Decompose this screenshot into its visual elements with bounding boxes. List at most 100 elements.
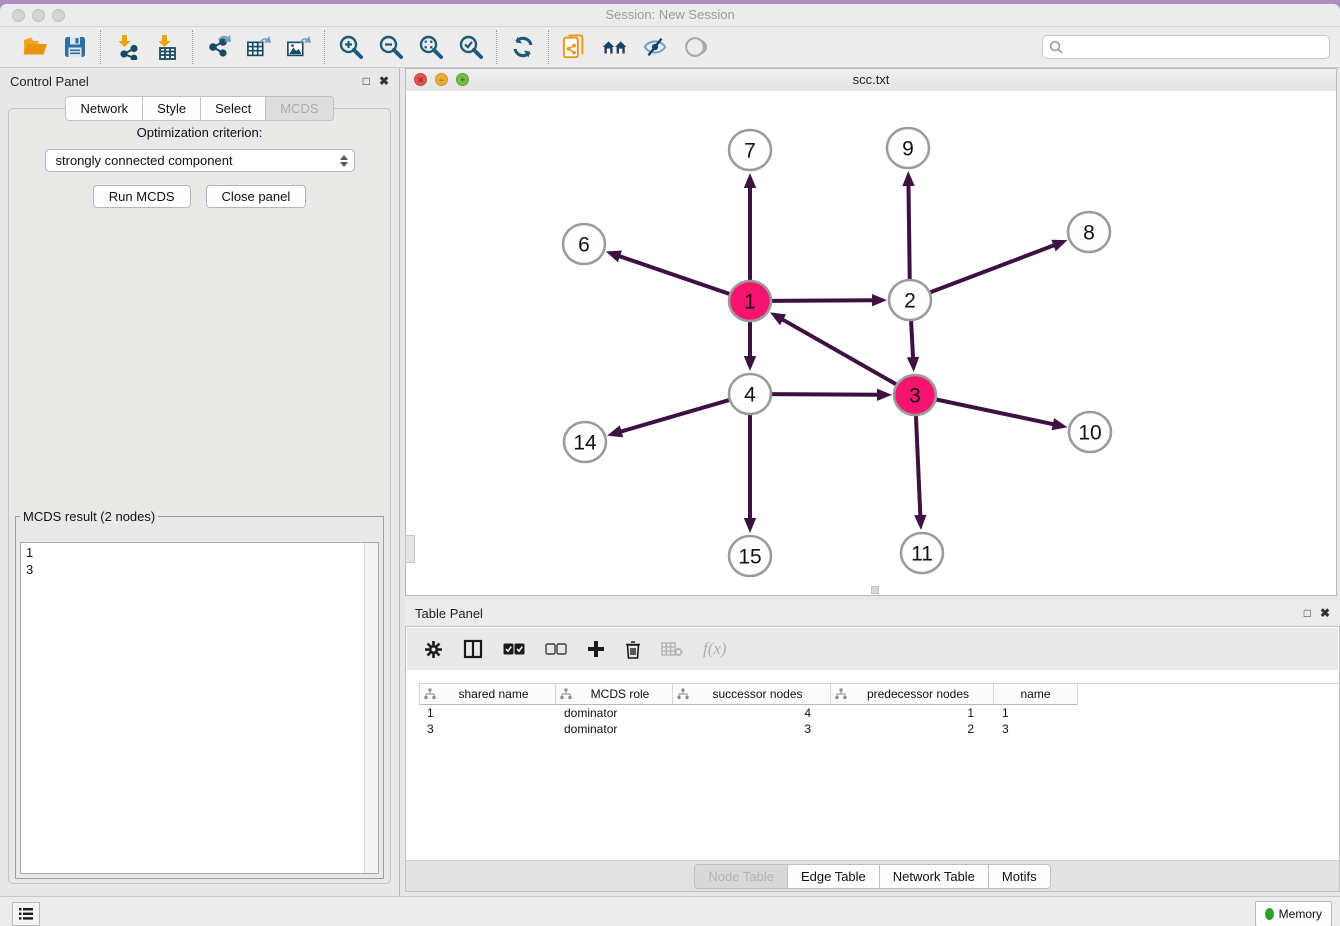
save-session-button[interactable] bbox=[62, 34, 88, 60]
fx-icon: f(x) bbox=[703, 639, 727, 659]
table-cell: 1 bbox=[419, 705, 556, 721]
zoom-selected-button[interactable] bbox=[458, 34, 484, 60]
table-cell: dominator bbox=[556, 721, 673, 737]
delete-table-button bbox=[661, 641, 683, 657]
add-column-button[interactable] bbox=[587, 640, 605, 658]
zoom-in-button[interactable] bbox=[338, 34, 364, 60]
graph-node-label-14: 14 bbox=[573, 432, 597, 455]
graph-edge-arrow bbox=[1051, 240, 1067, 252]
table-cell: 1 bbox=[994, 705, 1078, 721]
shared-column-icon bbox=[424, 688, 436, 700]
import-table-icon bbox=[154, 34, 180, 60]
graph-edge-arrow bbox=[744, 518, 756, 533]
tab-motifs[interactable]: Motifs bbox=[988, 864, 1051, 889]
main-toolbar bbox=[0, 27, 1340, 68]
tab-select[interactable]: Select bbox=[200, 96, 265, 121]
mcds-result-area[interactable]: 1 3 bbox=[20, 542, 379, 874]
clone-network-button[interactable] bbox=[562, 34, 588, 60]
float-panel-icon[interactable]: □ bbox=[363, 75, 370, 87]
graph-edge-2-8[interactable] bbox=[929, 245, 1056, 293]
tab-style[interactable]: Style bbox=[142, 96, 200, 121]
apply-layout-button[interactable] bbox=[510, 34, 536, 60]
graph-edge-4-3[interactable] bbox=[770, 394, 879, 395]
eye-slash-icon bbox=[642, 35, 668, 59]
column-header-successor-nodes[interactable]: successor nodes bbox=[673, 684, 831, 705]
table-panel: Table Panel □ ✖ bbox=[405, 600, 1340, 892]
export-table-button[interactable] bbox=[246, 34, 272, 60]
table-row[interactable]: 1dominator411 bbox=[419, 705, 1339, 721]
graph-edge-1-6[interactable] bbox=[618, 256, 731, 295]
network-canvas[interactable]: 7968124314101511 bbox=[406, 91, 1336, 595]
tab-node-table[interactable]: Node Table bbox=[694, 864, 787, 889]
graph-edge-3-1[interactable] bbox=[781, 319, 897, 385]
delete-column-button[interactable] bbox=[625, 640, 641, 659]
table-cell: 3 bbox=[673, 721, 831, 737]
export-image-icon bbox=[286, 34, 312, 60]
tab-mcds[interactable]: MCDS bbox=[265, 96, 333, 121]
search-field[interactable] bbox=[1042, 35, 1330, 59]
float-table-panel-icon[interactable]: □ bbox=[1304, 607, 1311, 619]
export-network-button[interactable] bbox=[206, 34, 232, 60]
column-header-predecessor-nodes[interactable]: predecessor nodes bbox=[831, 684, 994, 705]
open-file-button[interactable] bbox=[22, 34, 48, 60]
column-header-MCDS-role[interactable]: MCDS role bbox=[556, 684, 673, 705]
window-titlebar: Session: New Session bbox=[0, 4, 1340, 27]
table-cell: 3 bbox=[994, 721, 1078, 737]
graph-edge-arrow bbox=[607, 425, 623, 437]
show-all-button[interactable] bbox=[682, 34, 708, 60]
table-cell: dominator bbox=[556, 705, 673, 721]
close-table-panel-icon[interactable]: ✖ bbox=[1320, 607, 1330, 619]
hide-selected-button[interactable] bbox=[642, 34, 668, 60]
criterion-select[interactable]: strongly connected component bbox=[45, 149, 355, 172]
zoom-out-button[interactable] bbox=[378, 34, 404, 60]
graph-edge-2-3[interactable] bbox=[911, 320, 913, 359]
graph-node-label-2: 2 bbox=[904, 290, 916, 313]
deselect-all-button[interactable] bbox=[545, 643, 567, 655]
graph-edge-4-14[interactable] bbox=[620, 400, 731, 432]
graph-node-label-9: 9 bbox=[902, 138, 914, 161]
column-header-shared-name[interactable]: shared name bbox=[419, 684, 556, 705]
network-resize-grip[interactable] bbox=[871, 586, 879, 594]
graph-edge-1-2[interactable] bbox=[770, 300, 874, 301]
network-view-title: scc.txt bbox=[406, 72, 1336, 87]
tab-edge-table[interactable]: Edge Table bbox=[787, 864, 879, 889]
graph-edge-arrow bbox=[1052, 418, 1068, 430]
tab-network[interactable]: Network bbox=[65, 96, 142, 121]
first-neighbors-button[interactable] bbox=[602, 34, 628, 60]
column-view-button[interactable] bbox=[463, 639, 483, 659]
graph-edge-2-9[interactable] bbox=[908, 184, 909, 280]
control-panel-tabs: NetworkStyleSelectMCDS bbox=[0, 96, 399, 121]
table-panel-title: Table Panel bbox=[415, 606, 483, 621]
close-panel-button[interactable]: Close panel bbox=[206, 185, 307, 208]
graph-edge-3-11[interactable] bbox=[916, 415, 921, 517]
graph-edge-arrow bbox=[606, 250, 622, 262]
table-settings-button[interactable] bbox=[424, 640, 443, 659]
unchecked-boxes-icon bbox=[545, 643, 567, 655]
zoom-selected-icon bbox=[458, 34, 484, 60]
column-header-name[interactable]: name bbox=[994, 684, 1078, 705]
network-view-titlebar[interactable]: ✕ − + scc.txt bbox=[406, 69, 1336, 92]
memory-button[interactable]: Memory bbox=[1255, 901, 1332, 926]
window-title: Session: New Session bbox=[0, 7, 1340, 22]
graph-edge-3-10[interactable] bbox=[935, 399, 1055, 424]
tab-network-table[interactable]: Network Table bbox=[879, 864, 988, 889]
export-image-button[interactable] bbox=[286, 34, 312, 60]
search-icon bbox=[1049, 40, 1063, 54]
graph-node-label-8: 8 bbox=[1083, 222, 1095, 245]
select-all-button[interactable] bbox=[503, 643, 525, 655]
import-table-button[interactable] bbox=[154, 34, 180, 60]
result-scrollbar[interactable] bbox=[364, 543, 378, 873]
table-row[interactable]: 3dominator323 bbox=[419, 721, 1339, 737]
search-input[interactable] bbox=[1067, 39, 1323, 55]
shared-column-icon bbox=[835, 688, 847, 700]
task-history-button[interactable] bbox=[12, 902, 40, 926]
zoom-fit-button[interactable] bbox=[418, 34, 444, 60]
run-mcds-button[interactable]: Run MCDS bbox=[93, 185, 191, 208]
import-network-button[interactable] bbox=[114, 34, 140, 60]
close-panel-icon[interactable]: ✖ bbox=[379, 75, 389, 87]
split-pane-handle[interactable] bbox=[405, 535, 415, 563]
select-stepper-icon bbox=[340, 155, 350, 167]
desktop: Session: New Session bbox=[0, 0, 1340, 926]
graph-node-label-11: 11 bbox=[911, 543, 933, 566]
network-view-window: ✕ − + scc.txt 7968124314101511 bbox=[405, 68, 1337, 596]
